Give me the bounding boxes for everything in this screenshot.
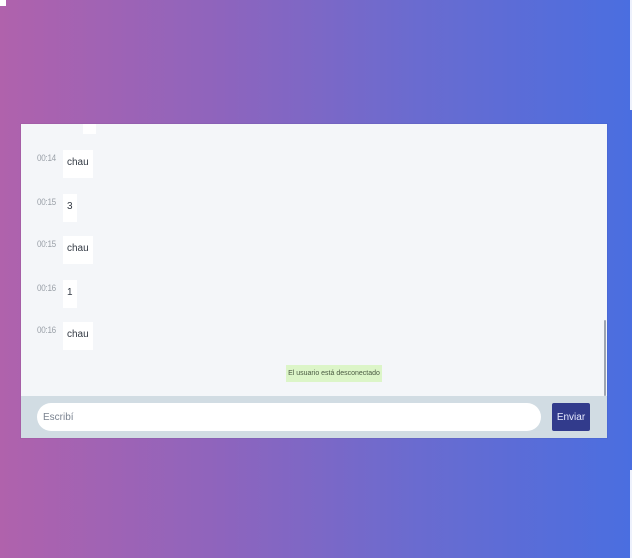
message-time: 00:14 bbox=[37, 153, 56, 163]
message-row: 00:16 1 bbox=[37, 280, 77, 308]
message-time: 00:16 bbox=[37, 325, 56, 335]
message-input[interactable] bbox=[37, 403, 541, 431]
message-row: 00:16 chau bbox=[37, 322, 93, 350]
message-time: 00:15 bbox=[37, 239, 56, 249]
message-bubble: chau bbox=[63, 236, 93, 264]
page-corner bbox=[0, 0, 6, 6]
message-row: 00:15 chau bbox=[37, 236, 93, 264]
message-bubble: 3 bbox=[63, 194, 77, 222]
message-row: 00:15 3 bbox=[37, 194, 77, 222]
message-bubble: chau bbox=[63, 150, 93, 178]
partial-message-bubble bbox=[83, 124, 96, 134]
message-bubble: 1 bbox=[63, 280, 77, 308]
message-time: 00:16 bbox=[37, 283, 56, 293]
message-bubble: chau bbox=[63, 322, 93, 350]
scrollbar[interactable] bbox=[604, 320, 606, 396]
send-button[interactable]: Enviar bbox=[552, 403, 590, 431]
message-list[interactable]: 00:14 chau 00:15 3 00:15 chau 00:16 1 00… bbox=[21, 124, 607, 396]
status-badge: El usuario está desconectado bbox=[286, 365, 382, 382]
chat-window: 00:14 chau 00:15 3 00:15 chau 00:16 1 00… bbox=[21, 124, 607, 438]
message-time: 00:15 bbox=[37, 197, 56, 207]
message-composer: Enviar bbox=[21, 396, 607, 438]
message-row: 00:14 chau bbox=[37, 150, 93, 178]
